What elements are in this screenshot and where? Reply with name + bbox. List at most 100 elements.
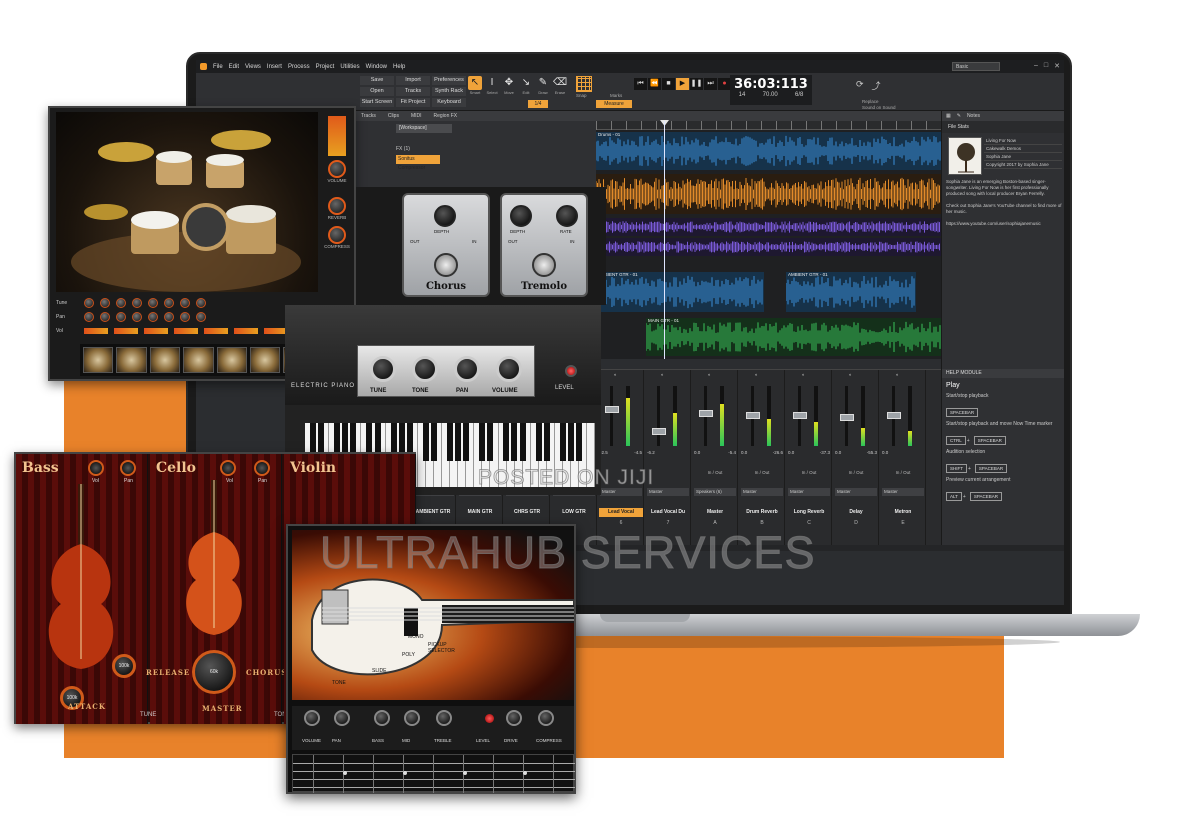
volume-fader[interactable]: [605, 406, 619, 413]
punch-icon[interactable]: ⤴: [872, 79, 881, 92]
meta-title[interactable]: Living For Now: [984, 137, 1062, 145]
compress-knob[interactable]: [538, 710, 554, 726]
pan-knob[interactable]: ◐: [802, 372, 805, 377]
output-select[interactable]: Master: [788, 488, 830, 496]
mixer-strip[interactable]: ◐ 0.0 -26.6 In / Out Master Drum Reverb B: [739, 370, 785, 546]
erase-tool[interactable]: ⌫ Erase: [553, 76, 567, 95]
output-select[interactable]: Speakers (6): [694, 488, 736, 496]
pad-knob[interactable]: [164, 312, 174, 322]
pan-knob[interactable]: [120, 460, 136, 476]
mixer-strip[interactable]: ◐ 0.0 -37.3 In / Out Master Long Reverb C: [786, 370, 832, 546]
fast-forward-icon[interactable]: ⏭: [704, 78, 717, 90]
chorus-footswitch[interactable]: [434, 253, 458, 277]
save-button[interactable]: Save: [360, 76, 394, 85]
black-key[interactable]: [543, 423, 550, 461]
tracks-button[interactable]: Tracks: [396, 87, 430, 96]
pan-knob[interactable]: [254, 460, 270, 476]
drum-pad[interactable]: [183, 347, 214, 373]
drum-pad[interactable]: [249, 347, 281, 373]
bass-instrument-panel[interactable]: Bass Vol Pan 100k 100k ATTACK: [16, 454, 148, 724]
treble-knob[interactable]: [436, 710, 452, 726]
pan-knob[interactable]: ◐: [708, 372, 711, 377]
loop-icon[interactable]: ⟳: [856, 79, 864, 92]
keyboard-button[interactable]: Keyboard: [432, 98, 466, 107]
strip-name[interactable]: Lead Vocal: [599, 508, 643, 517]
midi-menu[interactable]: MIDI: [411, 113, 422, 119]
draw-tool[interactable]: ✎ Draw: [536, 76, 550, 95]
play-icon[interactable]: ▶: [676, 78, 689, 90]
mid-knob[interactable]: [404, 710, 420, 726]
volume-knob[interactable]: [304, 710, 320, 726]
tune-knob[interactable]: [370, 356, 396, 382]
bass-knob[interactable]: [374, 710, 390, 726]
meta-copyright[interactable]: Copyright 2017 by Sophia Jane: [984, 161, 1062, 169]
import-button[interactable]: Import: [396, 76, 430, 85]
tab-notes[interactable]: Notes: [967, 113, 980, 119]
mixer-strip[interactable]: ◐ -2.5 -4.5 Master Lead Vocal 6: [598, 370, 644, 546]
black-key[interactable]: [535, 423, 542, 461]
stop-icon[interactable]: ■: [662, 78, 675, 90]
clips-pane[interactable]: Drums - 01 AMBIENT GTR - 01 AMBIENT GTR …: [596, 130, 941, 359]
menu-edit[interactable]: Edit: [229, 64, 239, 70]
pan-knob[interactable]: ◐: [896, 372, 899, 377]
chorus-pedal[interactable]: DEPTH OUT IN Chorus: [402, 193, 490, 297]
edit-tool[interactable]: ↘ Edit: [519, 76, 533, 95]
tremolo-depth-knob[interactable]: [510, 205, 532, 227]
start-screen-button[interactable]: Start Screen: [360, 98, 394, 107]
close-icon[interactable]: ✕: [1054, 62, 1060, 70]
synth-clip-1[interactable]: [596, 218, 941, 236]
menu-window[interactable]: Window: [366, 64, 387, 70]
black-key[interactable]: [479, 423, 486, 461]
pan-knob[interactable]: ◐: [755, 372, 758, 377]
pad-knob[interactable]: [148, 312, 158, 322]
rewind-icon[interactable]: ⏪: [648, 78, 661, 90]
workspace-dropdown[interactable]: [Workspace]: [396, 124, 452, 133]
mixer-strip[interactable]: ◐ -6.2 Master Lead Vocal Du 7: [645, 370, 691, 546]
ambient-clip-1[interactable]: AMBIENT GTR - 01: [596, 272, 764, 312]
meta-album[interactable]: Cakewalk Demos: [984, 145, 1062, 153]
now-time-display[interactable]: 36:03:113 14 70.00 6/8: [730, 75, 812, 105]
drums-clip[interactable]: Drums - 01: [596, 132, 941, 170]
pad-knob[interactable]: [132, 312, 142, 322]
pad-knob[interactable]: [116, 298, 126, 308]
pad-knob[interactable]: [196, 298, 206, 308]
pause-icon[interactable]: ❚❚: [690, 78, 703, 90]
mixer-strip[interactable]: ◐ 0.0 In / Out Master Metron E: [880, 370, 926, 546]
drive-knob[interactable]: [506, 710, 522, 726]
mixer-strip[interactable]: ◐ 0.0 -5.4 In / Out Speakers (6) Master A: [692, 370, 738, 546]
volume-fader[interactable]: [746, 412, 760, 419]
clips-menu[interactable]: Clips: [388, 113, 399, 119]
volume-bar[interactable]: [234, 328, 258, 334]
strip-name[interactable]: Lead Vocal Du: [646, 508, 690, 517]
snap-grid-icon[interactable]: [576, 76, 592, 92]
tempo-value[interactable]: 70.00: [763, 92, 778, 98]
snap-mode[interactable]: Measure: [596, 100, 632, 108]
preferences-button[interactable]: Preferences: [432, 76, 466, 85]
drum-pad[interactable]: [116, 347, 147, 373]
black-key[interactable]: [519, 423, 526, 461]
bass-fretboard[interactable]: [292, 754, 575, 793]
pad-knob[interactable]: [180, 312, 190, 322]
black-key[interactable]: [503, 423, 510, 461]
black-key[interactable]: [447, 423, 453, 461]
project-notes[interactable]: Sophia Jane is an emerging Boston-based …: [946, 179, 1062, 227]
volume-fader[interactable]: [652, 428, 666, 435]
menu-views[interactable]: Views: [245, 64, 261, 70]
menu-project[interactable]: Project: [316, 64, 335, 70]
maximize-icon[interactable]: □: [1044, 62, 1048, 70]
pad-knob[interactable]: [116, 312, 126, 322]
pan-knob[interactable]: [334, 710, 350, 726]
compress-knob[interactable]: [328, 226, 346, 244]
smart-tool[interactable]: ↖ Smart: [468, 76, 482, 95]
strip-name[interactable]: Delay: [834, 508, 878, 517]
volume-fader[interactable]: [699, 410, 713, 417]
output-select[interactable]: Master: [741, 488, 783, 496]
strip-name[interactable]: MAIN GTR: [458, 508, 502, 517]
output-select[interactable]: Master: [882, 488, 924, 496]
black-key[interactable]: [430, 423, 437, 461]
select-tool[interactable]: I Select: [485, 76, 499, 95]
meta-artist[interactable]: Sophia Jane: [984, 153, 1062, 161]
volume-fader[interactable]: [840, 414, 854, 421]
black-key[interactable]: [511, 423, 518, 461]
vol-knob[interactable]: [220, 460, 236, 476]
